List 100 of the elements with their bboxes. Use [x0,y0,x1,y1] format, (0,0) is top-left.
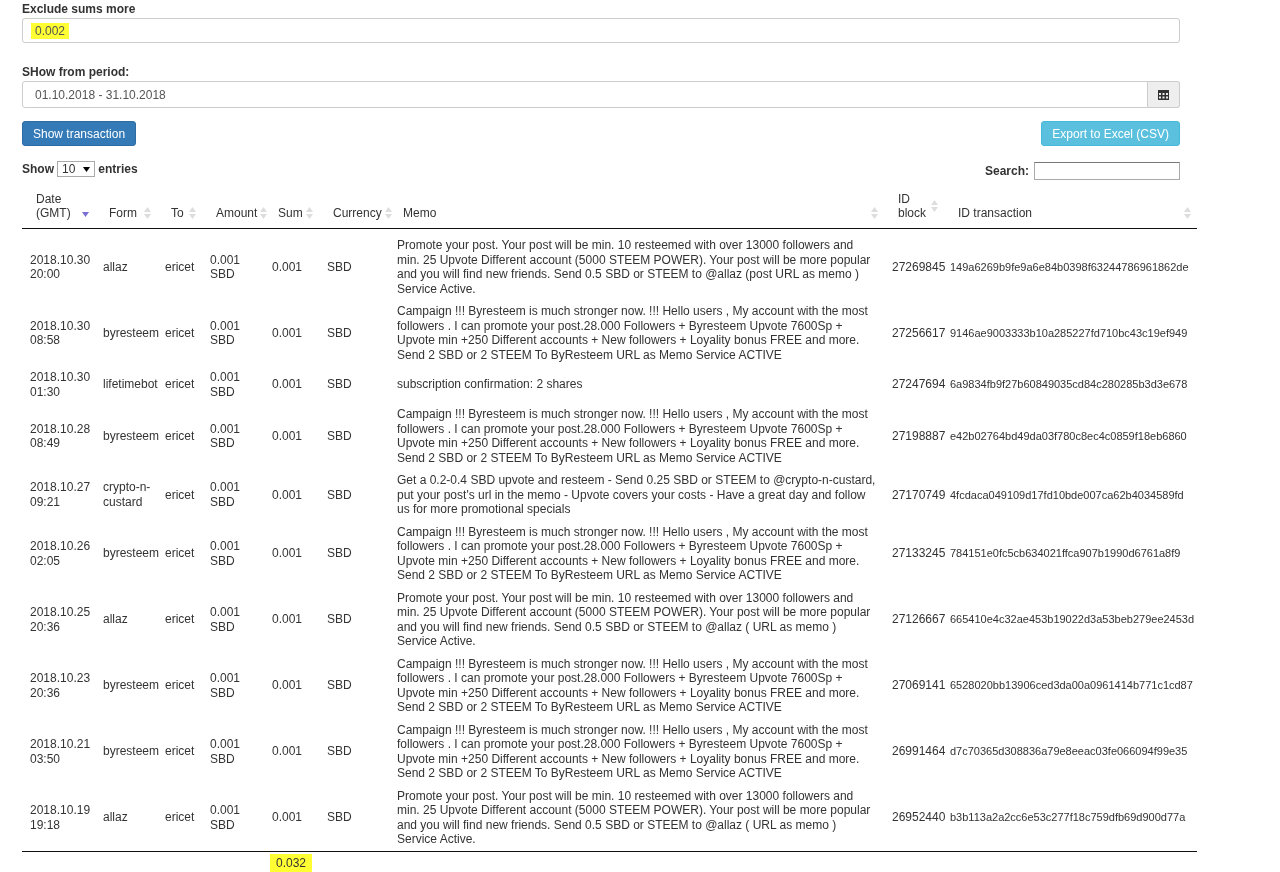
table-cell: 6a9834fb9f27b60849035cd84c280285b3d3e678 [944,366,1197,403]
table-cell-text: SBD [326,427,353,445]
entries-label: Show [22,162,54,176]
column-header[interactable]: Memo [389,188,884,229]
table-cell: ericet [157,520,202,587]
search-field[interactable] [1034,162,1180,180]
memo-cell-text: Campaign !!! Byresteem is much stronger now. !!! Hello users , My account with the most followers . I can promote your post.28.000 Followers + Byresteem Upvote 7600Sp + Upvote min +250 Different accounts + New followers + Loyality bonus FREE and more. Send 2 SBD or 2 STEEM To ByResteem URL as Memo Service ACTIVE [396,721,869,782]
table-cell-text: SBD [326,376,353,394]
memo-cell-text: Campaign !!! Byresteem is much stronger now. !!! Hello users , My account with the most followers . I can promote your post.28.000 Followers + Byresteem Upvote 7600Sp + Upvote min +250 Different accounts + New followers + Loyality bonus FREE and more. Send 2 SBD or 2 STEEM To ByResteem URL as Memo Service ACTIVE [396,655,869,716]
table-cell-text: 0.001 SBD [209,420,242,452]
column-header[interactable]: Date (GMT) [22,188,95,229]
table-cell-text: 0.001 [271,376,304,394]
table-cell-text: 0.001 SBD [209,538,242,570]
table-cell: 0.001 SBD [202,228,264,300]
exclude-input-field[interactable]: 0.002 [22,18,1180,43]
table-cell-text: byresteem [102,545,157,563]
column-header[interactable]: ID block [884,188,944,229]
table-cell: e42b02764bd49da03f780c8ec4c0859f18eb6860 [944,403,1197,469]
table-cell-text: 27126667 [891,611,944,629]
table-cell-text: allaz [102,611,129,629]
table-cell-text: 0.001 [271,486,304,504]
field-label: Exclude sums more [22,2,137,16]
table-cell: 27269845 [884,228,944,300]
table-cell: allaz [95,228,157,300]
table-cell-text: 0.001 SBD [209,670,242,702]
table-cell: 0.001 SBD [202,784,264,851]
caret-icon [83,166,91,172]
table-cell: 9146ae9003333b10a285227fd710bc43c19ef949 [944,300,1197,366]
memo-cell-text: Get a 0.2-0.4 SBD upvote and resteem - Send 0.25 SBD or STEEM to @crypto-n-custard, put your post's url in the memo - Upvote covers your costs - Have a great day and follow us for more promotional specials [396,472,877,518]
entries-select[interactable]: 10 [57,161,96,177]
show-transaction-button[interactable]: Show transaction [22,121,137,146]
table-cell-text: crypto-n-custard [102,479,152,511]
table-cell-text: 2018.10.27 09:21 [29,479,92,511]
table-cell-text: 27170749 [891,486,944,504]
memo-cell: Promote your post. Your post will be min. 10 resteemed with over 13000 followers and min. 25 Upvote Different account (5000 STEEM POWER). Your post will be more popular and you will find new friends. Send 0.5 SBD or STEEM to @allaz (post URL as memo ) Service Active. [389,228,884,300]
entries-label: entries [98,162,138,176]
table-cell: 6528020bb13906ced3da00a0961414b771c1cd87 [944,652,1197,719]
calendar-button[interactable] [1148,81,1180,108]
table-cell-text: 2018.10.26 02:05 [29,538,92,570]
table-cell-text: 2018.10.25 20:36 [29,604,92,636]
table-cell: ericet [157,718,202,785]
table-cell-text: 0.001 SBD [209,317,242,349]
table-cell-text: 2018.10.23 20:36 [29,670,92,702]
calendar-icon [1158,89,1169,100]
table-cell-text: 0.001 [271,611,304,629]
table-cell-text: SBD [326,486,353,504]
table-cell-text: SBD [326,324,353,342]
table-cell: SBD [319,228,389,300]
memo-cell-text: Promote your post. Your post will be min. 10 resteemed with over 13000 followers and min. 25 Upvote Different account (5000 STEEM POWER). Your post will be more popular and you will find new friends. Send 0.5 SBD or STEEM to @allaz ( URL as memo ) Service Active. [396,589,872,650]
table-cell-text: ericet [164,611,196,629]
table-cell-text: 26991464 [891,743,944,761]
table-cell-text: byresteem [102,677,157,695]
table-cell-text: byresteem [102,743,157,761]
memo-cell-text: Campaign !!! Byresteem is much stronger now. !!! Hello users , My account with the most followers . I can promote your post.28.000 Followers + Byresteem Upvote 7600Sp + Upvote min +250 Different accounts + New followers + Loyality bonus FREE and more. Send 2 SBD or 2 STEEM To ByResteem URL as Memo Service ACTIVE [396,406,869,467]
column-header[interactable]: Form [95,188,157,229]
memo-cell-text: Campaign !!! Byresteem is much stronger now. !!! Hello users , My account with the most followers . I can promote your post.28.000 Followers + Byresteem Upvote 7600Sp + Upvote min +250 Different accounts + New followers + Loyality bonus FREE and more. Send 2 SBD or 2 STEEM To ByResteem URL as Memo Service ACTIVE [396,523,869,584]
table-cell-text: byresteem [102,324,157,342]
table-cell: 784151e0fc5cb634021ffca907b1990d6761a8f9 [944,520,1197,587]
table-cell-text: 0.001 [271,743,304,761]
table-cell-text: SBD [326,743,353,761]
table-cell-text: 0.001 [271,427,304,445]
table-cell: ericet [157,366,202,403]
table-cell-text: SBD [326,611,353,629]
table-cell: 0.001 [264,228,319,300]
table-cell: SBD [319,784,389,851]
table-cell: ericet [157,403,202,469]
column-header[interactable]: To [157,188,202,229]
column-header[interactable]: ID transaction [944,188,1197,229]
date-range-field[interactable]: 01.10.2018 - 31.10.2018 [22,81,1148,108]
table-cell-text: 27256617 [891,324,944,342]
table-cell: 149a6269b9fe9a6e84b0398f63244786961862de [944,228,1197,300]
table-cell: 2018.10.19 19:18 [22,784,95,851]
table-cell: 0.001 [264,784,319,851]
table-cell: 4fcdaca049109d17fd10bde007ca62b4034589fd [944,469,1197,521]
table-cell-text: SBD [326,677,353,695]
table-cell: 2018.10.30 20:00 [22,228,95,300]
table-cell: 26952440 [884,784,944,851]
total-sum: 0.032 [270,853,313,872]
table-cell-text: SBD [326,545,353,563]
table-cell: d7c70365d308836a79e8eeac03fe066094f99e35 [944,718,1197,785]
table-cell-text: 0.001 SBD [209,604,242,636]
table-cell-text: ericet [164,486,196,504]
table-cell-text: 0.001 SBD [209,736,242,768]
column-header[interactable]: Sum [264,188,319,229]
table-cell-text: lifetimebot [102,376,157,394]
table-cell-text: 2018.10.28 08:49 [29,420,92,452]
field-label: SHow from period: [22,65,131,79]
column-header[interactable]: Amount [202,188,264,229]
table-cell: allaz [95,784,157,851]
table-cell-text: 0.001 [271,545,304,563]
table-cell-text: 0.001 SBD [209,479,242,511]
memo-cell-text: subscription confirmation: 2 shares [396,376,584,394]
table-cell: ericet [157,300,202,366]
table-cell: b3b113a2a2cc6e53c277f18c759dfb69d900d77a [944,784,1197,851]
table-cell-text: 27247694 [891,376,944,394]
table-cell-text: 2018.10.21 03:50 [29,736,92,768]
column-header[interactable]: Currency [319,188,389,229]
table-cell-text: 27069141 [891,677,944,695]
table-cell-text: byresteem [102,427,157,445]
table-cell: ericet [157,784,202,851]
